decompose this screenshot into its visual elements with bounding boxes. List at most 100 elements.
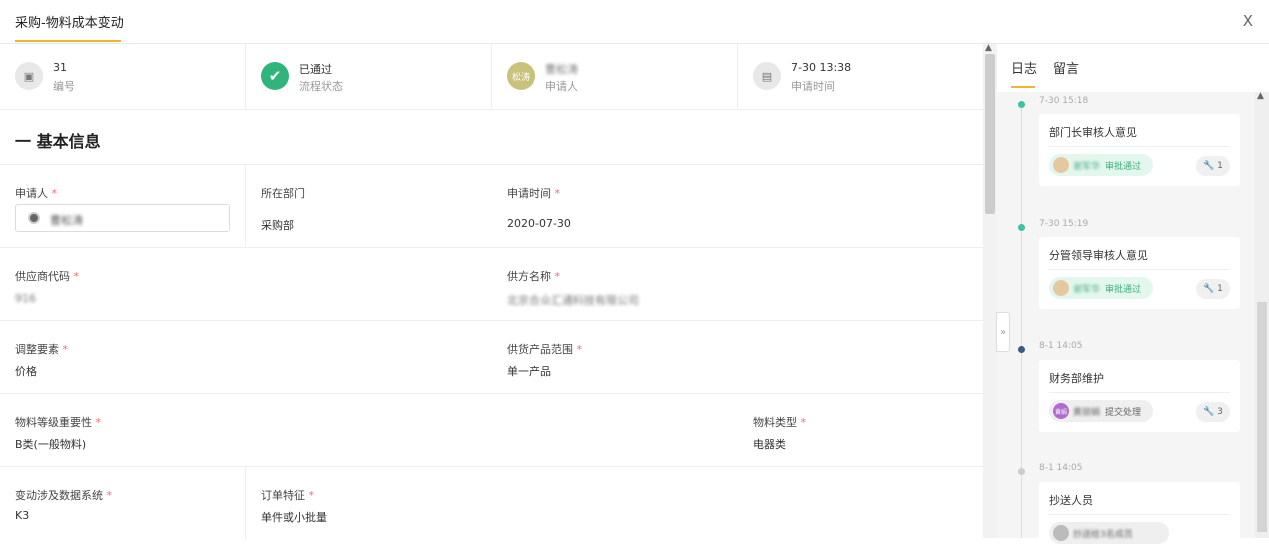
attachment-count[interactable]: 🔧 3 bbox=[1196, 402, 1230, 422]
field-adjust: 调整要素 * 价格 bbox=[0, 321, 492, 393]
check-icon: ✔ bbox=[261, 62, 289, 90]
avatar bbox=[28, 212, 40, 224]
log-card: 财务部维护 黄娟 黄丽娟 提交处理 🔧 3 bbox=[1039, 360, 1240, 432]
field-supply-range: 供货产品范围 * 单一产品 bbox=[492, 321, 983, 393]
avatar: 黄娟 bbox=[1053, 403, 1069, 419]
field-supplier-code: 供应商代码 * 916 bbox=[0, 248, 492, 320]
summary-bar: ▣ 31 编号 ✔ 已通过 流程状态 松涛 曹松涛 申请人 ▤ 7-30 13:… bbox=[0, 44, 983, 110]
time-value: 7-30 13:38 bbox=[791, 61, 852, 74]
divider bbox=[1049, 269, 1230, 270]
field-dept: 所在部门 采购部 bbox=[246, 165, 492, 247]
cc-pill: 抄送给3名成员 bbox=[1049, 522, 1169, 544]
approver-name: 谢军华 bbox=[1073, 285, 1101, 295]
applicant-value: 曹松涛 bbox=[545, 63, 578, 76]
approver-pill: 黄娟 黄丽娟 提交处理 bbox=[1049, 400, 1153, 422]
supplier-code-label: 供应商代码 * bbox=[15, 270, 79, 283]
approver-name: 黄丽娟 bbox=[1073, 408, 1101, 418]
status-label: 流程状态 bbox=[299, 80, 343, 93]
scroll-thumb[interactable] bbox=[985, 54, 995, 214]
field-apply-time: 申请时间 * 2020-07-30 bbox=[492, 165, 983, 247]
time-label: 申请时间 bbox=[791, 80, 835, 93]
scroll-up-icon[interactable]: ▲ bbox=[1257, 91, 1264, 101]
log-time: 7-30 15:19 bbox=[1039, 219, 1089, 229]
supplier-code-value: 916 bbox=[15, 292, 36, 305]
field-supplier-name: 供方名称 * 北京合众汇通科技有限公司 bbox=[492, 248, 983, 320]
cc-text: 抄送给3名成员 bbox=[1073, 530, 1133, 540]
supplier-name-value: 北京合众汇通科技有限公司 bbox=[507, 294, 639, 307]
form-row-2: 供应商代码 * 916 供方名称 * 北京合众汇通科技有限公司 bbox=[0, 247, 983, 320]
main-panel: ▣ 31 编号 ✔ 已通过 流程状态 松涛 曹松涛 申请人 ▤ 7-30 13:… bbox=[0, 44, 983, 538]
applicant-field-label: 申请人 * bbox=[15, 187, 57, 200]
adjust-value: 价格 bbox=[15, 365, 37, 378]
attachment-count-value: 1 bbox=[1217, 161, 1223, 171]
summary-applicant: 松涛 曹松涛 申请人 bbox=[492, 44, 738, 110]
log-card: 分管领导审核人意见 谢军华 审批通过 🔧 1 bbox=[1039, 237, 1240, 309]
avatar bbox=[1053, 280, 1069, 296]
supplier-name-label: 供方名称 * bbox=[507, 270, 560, 283]
approver-pill: 谢军华 审批通过 bbox=[1049, 277, 1153, 299]
scroll-up-icon[interactable]: ▲ bbox=[985, 43, 992, 53]
main-scrollbar[interactable]: ▲ bbox=[983, 43, 997, 538]
avatar: 松涛 bbox=[507, 62, 535, 90]
approver-action: 审批通过 bbox=[1105, 162, 1142, 172]
importance-value: B类(一般物料) bbox=[15, 438, 87, 451]
field-system: 变动涉及数据系统 * K3 bbox=[0, 467, 246, 538]
dept-value: 采购部 bbox=[261, 219, 294, 232]
log-title: 财务部维护 bbox=[1049, 372, 1104, 385]
applicant-input[interactable]: 曹松涛 bbox=[15, 204, 230, 232]
number-value: 31 bbox=[53, 61, 67, 74]
dept-label: 所在部门 bbox=[261, 187, 305, 200]
document-icon: ▣ bbox=[15, 62, 43, 90]
scroll-thumb[interactable] bbox=[1257, 302, 1267, 532]
log-card: 抄送人员 抄送给3名成员 bbox=[1039, 482, 1240, 544]
field-importance: 物料等级重要性 * B类(一般物料) bbox=[0, 394, 738, 466]
timeline-dot bbox=[1018, 224, 1025, 231]
timeline-dot bbox=[1018, 101, 1025, 108]
clock-icon: ▤ bbox=[753, 62, 781, 90]
divider bbox=[1049, 392, 1230, 393]
applicant-label: 申请人 bbox=[545, 80, 578, 93]
summary-status: ✔ 已通过 流程状态 bbox=[246, 44, 492, 110]
tab-comment[interactable]: 留言 bbox=[1053, 58, 1079, 77]
close-icon[interactable]: X bbox=[1243, 12, 1253, 30]
apply-time-value: 2020-07-30 bbox=[507, 217, 571, 230]
importance-label: 物料等级重要性 * bbox=[15, 416, 101, 429]
tab-title[interactable]: 采购-物料成本变动 bbox=[15, 12, 124, 31]
order-value: 单件或小批量 bbox=[261, 511, 327, 524]
avatar bbox=[1053, 525, 1069, 541]
material-type-value: 电器类 bbox=[753, 438, 786, 451]
log-time: 8-1 14:05 bbox=[1039, 341, 1083, 351]
timeline-dot bbox=[1018, 346, 1025, 353]
attachment-count[interactable]: 🔧 1 bbox=[1196, 279, 1230, 299]
tab-log[interactable]: 日志 bbox=[1011, 58, 1037, 77]
attachment-count[interactable]: 🔧 1 bbox=[1196, 156, 1230, 176]
divider bbox=[1049, 146, 1230, 147]
top-bar: 采购-物料成本变动 X bbox=[0, 0, 1269, 44]
field-applicant: 申请人 * 曹松涛 bbox=[0, 165, 246, 247]
system-label: 变动涉及数据系统 * bbox=[15, 489, 112, 502]
order-label: 订单特征 * bbox=[261, 489, 314, 502]
supply-range-value: 单一产品 bbox=[507, 365, 551, 378]
attachment-count-value: 1 bbox=[1217, 284, 1223, 294]
material-type-label: 物料类型 * bbox=[753, 416, 806, 429]
field-order: 订单特征 * 单件或小批量 bbox=[246, 467, 983, 538]
summary-number: ▣ 31 编号 bbox=[0, 44, 246, 110]
log-time: 7-30 15:18 bbox=[1039, 96, 1089, 106]
log-sidebar: 日志 留言 » 7-30 15:18 部门长审核人意见 谢军华 审批通过 🔧 1… bbox=[996, 44, 1269, 544]
log-time: 8-1 14:05 bbox=[1039, 463, 1083, 473]
summary-time: ▤ 7-30 13:38 申请时间 bbox=[738, 44, 983, 110]
sidebar-scrollbar[interactable]: ▲ bbox=[1255, 91, 1269, 538]
sidebar-tabs: 日志 留言 bbox=[997, 44, 1269, 92]
timeline-dot bbox=[1018, 468, 1025, 475]
approver-action: 提交处理 bbox=[1105, 408, 1142, 418]
tab-underline bbox=[15, 40, 121, 42]
adjust-label: 调整要素 * bbox=[15, 343, 68, 356]
log-card: 部门长审核人意见 谢军华 审批通过 🔧 1 bbox=[1039, 114, 1240, 186]
number-label: 编号 bbox=[53, 80, 75, 93]
form-row-3: 调整要素 * 价格 供货产品范围 * 单一产品 bbox=[0, 320, 983, 393]
log-title: 分管领导审核人意见 bbox=[1049, 249, 1148, 262]
collapse-icon[interactable]: » bbox=[996, 312, 1010, 352]
approver-pill: 谢军华 审批通过 bbox=[1049, 154, 1153, 176]
apply-time-label: 申请时间 * bbox=[507, 187, 560, 200]
status-value: 已通过 bbox=[299, 63, 332, 76]
